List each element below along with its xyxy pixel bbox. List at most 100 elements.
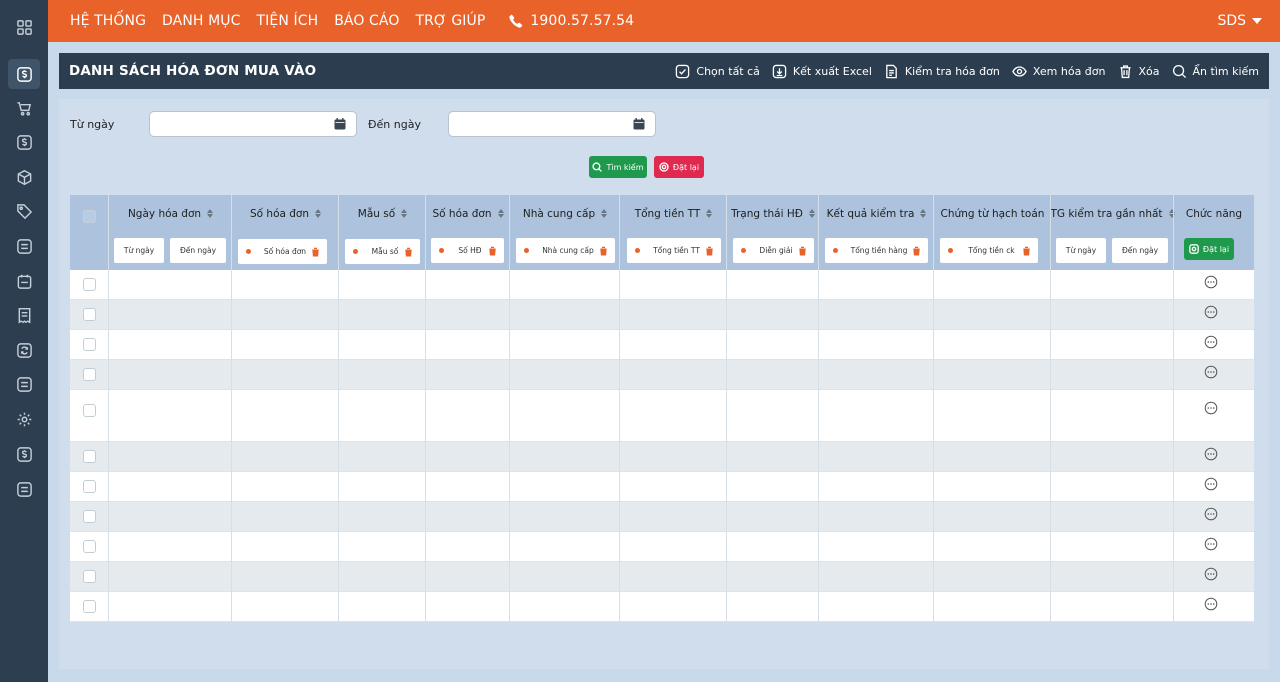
- filter-last-check-from[interactable]: Từ ngày: [1056, 238, 1106, 263]
- more-options-icon[interactable]: [1204, 507, 1218, 521]
- menu-bao-cao[interactable]: BÁO CÁO: [334, 13, 399, 29]
- table-row[interactable]: [70, 592, 1254, 622]
- row-checkbox[interactable]: [83, 368, 96, 381]
- trash-icon[interactable]: [705, 246, 714, 256]
- select-all-checkbox[interactable]: [83, 210, 96, 223]
- more-options-icon[interactable]: [1204, 567, 1218, 581]
- filter-total[interactable]: Tổng tiền TT: [627, 238, 721, 263]
- row-checkbox[interactable]: [83, 278, 96, 291]
- filter-last-check-to[interactable]: Đến ngày: [1112, 238, 1168, 263]
- filter-status[interactable]: Diễn giải: [733, 238, 814, 263]
- more-options-icon[interactable]: [1204, 335, 1218, 349]
- sidebar-item-purchase-invoices[interactable]: [8, 59, 40, 89]
- col-header-invoice-number[interactable]: Số hóa đơn: [232, 195, 339, 232]
- col-header-status[interactable]: Trạng thái HĐ: [727, 195, 819, 232]
- table-row[interactable]: [70, 532, 1254, 562]
- sort-icon[interactable]: [315, 209, 322, 218]
- col-header-template[interactable]: Mẫu số: [339, 195, 426, 232]
- sort-icon[interactable]: [601, 209, 608, 218]
- sort-icon[interactable]: [497, 209, 504, 218]
- trash-icon[interactable]: [404, 247, 413, 257]
- row-checkbox[interactable]: [83, 308, 96, 321]
- row-checkbox[interactable]: [83, 338, 96, 351]
- sidebar-item-reports[interactable]: [8, 369, 40, 399]
- trash-icon[interactable]: [1022, 246, 1031, 256]
- sidebar-item-receipts[interactable]: [8, 300, 40, 330]
- sort-icon[interactable]: [920, 209, 927, 218]
- row-checkbox[interactable]: [83, 450, 96, 463]
- user-menu[interactable]: SDS: [1217, 0, 1262, 42]
- more-options-icon[interactable]: [1204, 275, 1218, 289]
- table-row[interactable]: [70, 472, 1254, 502]
- sidebar-item-lists[interactable]: [8, 231, 40, 261]
- hotline[interactable]: 1900.57.57.54: [509, 13, 634, 29]
- row-checkbox[interactable]: [83, 540, 96, 553]
- sort-icon[interactable]: [207, 209, 214, 218]
- col-header-check-result[interactable]: Kết quả kiểm tra: [819, 195, 934, 232]
- sidebar-item-cart[interactable]: [8, 93, 40, 123]
- filter-reset-button[interactable]: Đặt lại: [1184, 238, 1234, 260]
- col-header-invoice-number-2[interactable]: Số hóa đơn: [426, 195, 510, 232]
- trash-icon[interactable]: [599, 246, 608, 256]
- select-all-button[interactable]: Chọn tất cả: [675, 64, 760, 79]
- table-row[interactable]: [70, 562, 1254, 592]
- table-row[interactable]: [70, 442, 1254, 472]
- row-checkbox[interactable]: [83, 570, 96, 583]
- sidebar-item-other[interactable]: [8, 474, 40, 504]
- reset-button[interactable]: Đặt lại: [654, 156, 704, 178]
- sort-icon[interactable]: [401, 209, 408, 218]
- sidebar-item-products[interactable]: [8, 162, 40, 192]
- calendar-icon[interactable]: [334, 118, 346, 130]
- sidebar-item-finance[interactable]: [8, 439, 40, 469]
- col-header-invoice-date[interactable]: Ngày hóa đơn: [109, 195, 232, 232]
- calendar-icon[interactable]: [633, 118, 645, 130]
- menu-tien-ich[interactable]: TIỆN ÍCH: [257, 13, 319, 29]
- more-options-icon[interactable]: [1204, 305, 1218, 319]
- filter-template[interactable]: Mẫu số: [345, 239, 420, 264]
- hide-search-button[interactable]: Ẩn tìm kiếm: [1172, 64, 1259, 79]
- more-options-icon[interactable]: [1204, 477, 1218, 491]
- filter-supplier[interactable]: Nhà cung cấp: [516, 238, 615, 263]
- trash-icon[interactable]: [798, 246, 807, 256]
- table-row[interactable]: [70, 502, 1254, 532]
- more-options-icon[interactable]: [1204, 447, 1218, 461]
- more-options-icon[interactable]: [1204, 537, 1218, 551]
- col-header-total[interactable]: Tổng tiền TT: [620, 195, 727, 232]
- sidebar-item-payments[interactable]: [8, 127, 40, 157]
- table-row[interactable]: [70, 270, 1254, 300]
- row-checkbox[interactable]: [83, 404, 96, 417]
- menu-danh-muc[interactable]: DANH MỤC: [162, 13, 240, 29]
- delete-button[interactable]: Xóa: [1118, 64, 1160, 79]
- col-header-supplier[interactable]: Nhà cung cấp: [510, 195, 620, 232]
- trash-icon[interactable]: [488, 246, 497, 256]
- more-options-icon[interactable]: [1204, 401, 1218, 415]
- row-checkbox[interactable]: [83, 510, 96, 523]
- check-invoice-button[interactable]: Kiểm tra hóa đơn: [884, 64, 1000, 79]
- menu-tro-giup[interactable]: TRỢ GIÚP: [415, 13, 485, 29]
- row-checkbox[interactable]: [83, 600, 96, 613]
- filter-check-result[interactable]: Tổng tiền hàng: [825, 238, 928, 263]
- trash-icon[interactable]: [311, 247, 320, 257]
- filter-date-from[interactable]: Từ ngày: [114, 238, 164, 263]
- col-header-last-check[interactable]: TG kiểm tra gần nhất: [1050, 195, 1175, 232]
- row-checkbox[interactable]: [83, 480, 96, 493]
- table-row[interactable]: [70, 300, 1254, 330]
- more-options-icon[interactable]: [1204, 365, 1218, 379]
- menu-he-thong[interactable]: HỆ THỐNG: [70, 13, 146, 29]
- filter-invoice-number-short[interactable]: Số HĐ: [431, 238, 504, 263]
- filter-invoice-number[interactable]: Số hóa đơn: [238, 239, 327, 264]
- sort-icon[interactable]: [808, 209, 815, 218]
- sidebar-item-calendar[interactable]: [8, 266, 40, 296]
- filter-voucher[interactable]: Tổng tiền ck: [940, 238, 1038, 263]
- sidebar-item-dashboard[interactable]: [8, 12, 40, 42]
- sort-icon[interactable]: [706, 209, 713, 218]
- table-row[interactable]: [70, 360, 1254, 390]
- filter-date-to[interactable]: Đến ngày: [170, 238, 226, 263]
- trash-icon[interactable]: [912, 246, 921, 256]
- search-button[interactable]: Tìm kiếm: [589, 156, 647, 178]
- from-date-input[interactable]: [149, 111, 357, 137]
- col-header-voucher[interactable]: Chứng từ hạch toán: [934, 195, 1051, 232]
- more-options-icon[interactable]: [1204, 597, 1218, 611]
- to-date-input[interactable]: [448, 111, 656, 137]
- sidebar-item-tags[interactable]: [8, 196, 40, 226]
